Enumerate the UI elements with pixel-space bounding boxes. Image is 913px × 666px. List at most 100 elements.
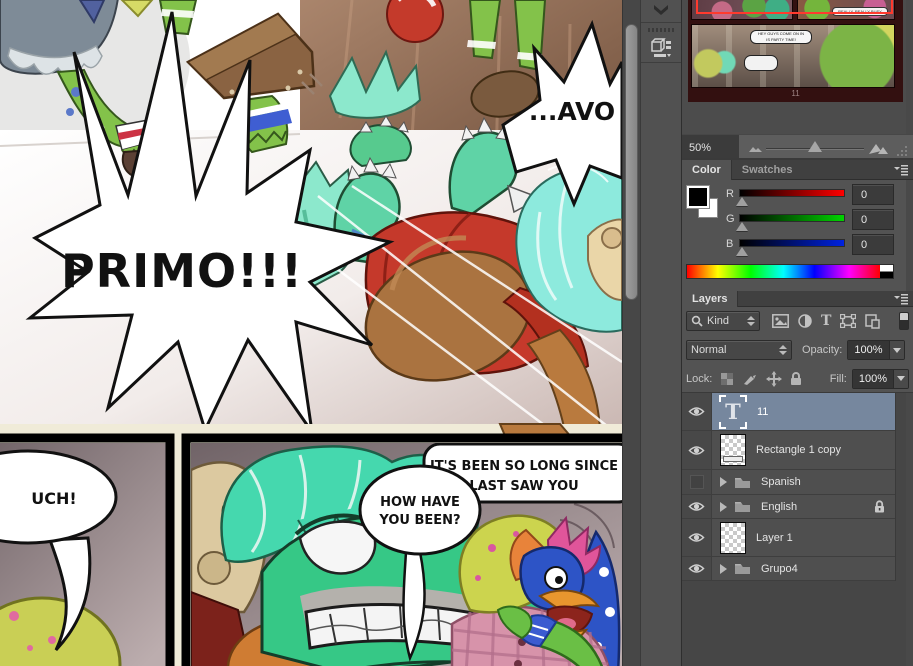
layer-row-spanish[interactable]: Spanish: [682, 470, 895, 495]
navigator-panel: REALLY, REALLY BUSY HEY GUYS COME ON IN …: [682, 0, 913, 161]
visibility-toggle[interactable]: [682, 495, 712, 518]
long-text-line1: IT'S BEEN SO LONG SINCE: [430, 459, 618, 474]
folder-icon: [735, 502, 750, 512]
panel-resize-grip-icon[interactable]: [896, 145, 908, 157]
how-text-line1: HOW HAVE: [380, 495, 460, 510]
visibility-toggle[interactable]: [682, 393, 712, 430]
group-expand-icon[interactable]: [720, 477, 727, 487]
folder-icon: [735, 564, 750, 574]
black-white-shortcut[interactable]: [880, 265, 893, 278]
group-expand-icon[interactable]: [720, 563, 727, 574]
layer-list: T 11 Rectangle 1 copy Spanish English La…: [682, 393, 896, 581]
visibility-toggle[interactable]: [682, 557, 712, 580]
layer-thumbnail[interactable]: [720, 434, 746, 466]
b-value-field[interactable]: 0: [852, 234, 894, 255]
opacity-dropdown[interactable]: 100%: [847, 340, 905, 360]
filter-kind-dropdown[interactable]: Kind: [686, 311, 760, 331]
layer-thumbnail[interactable]: [720, 521, 746, 554]
zoom-in-icon[interactable]: [868, 141, 890, 155]
r-label: R: [726, 188, 734, 200]
layers-panel-menu-button[interactable]: [889, 291, 913, 307]
ouch-text: UCH!: [31, 489, 76, 508]
visibility-toggle[interactable]: [682, 470, 712, 494]
bottom-left-panel: UCH!: [0, 443, 166, 666]
navigator-thumbnail[interactable]: REALLY, REALLY BUSY HEY GUYS COME ON IN …: [688, 0, 903, 102]
filter-toggle-icon[interactable]: [899, 312, 909, 330]
primo-text: PRIMO!!!: [61, 244, 303, 298]
group-expand-icon[interactable]: [720, 501, 727, 512]
lock-transparency-icon[interactable]: [720, 372, 734, 386]
lock-position-icon[interactable]: [766, 370, 783, 387]
g-value-field[interactable]: 0: [852, 209, 894, 230]
r-slider-track[interactable]: [739, 189, 845, 197]
color-panel: Color Swatches R 0 G 0 B 0: [682, 160, 913, 291]
r-slider-thumb[interactable]: [736, 197, 748, 206]
layer-row-layer-1[interactable]: Layer 1: [682, 519, 895, 557]
b-slider-thumb[interactable]: [736, 247, 748, 256]
type-layer-filter-icon[interactable]: T: [821, 313, 831, 329]
layer-row-english[interactable]: English: [682, 495, 895, 519]
channel-row-g: G 0: [726, 209, 906, 232]
thumbnail-page-number: 11: [791, 89, 800, 98]
foreground-color-swatch[interactable]: [686, 185, 710, 209]
tab-color[interactable]: Color: [682, 160, 732, 180]
layers-panel: Layers Kind T Normal Opacity: 100% Lock:…: [682, 291, 913, 666]
lock-paint-icon[interactable]: [742, 372, 758, 386]
navigator-thumbnail-panel-3: HEY GUYS COME ON IN IS PARTY TIME!: [691, 24, 895, 88]
document-canvas[interactable]: PRIMO!!! ...AVO UCH! IT'S BEEN SO LONG S…: [0, 0, 622, 666]
g-slider-thumb[interactable]: [736, 222, 748, 231]
lock-row: Lock: Fill: 100%: [682, 365, 913, 393]
collapse-dock-button[interactable]: [641, 0, 681, 23]
navigator-view-proxy[interactable]: [696, 0, 893, 14]
g-slider-track[interactable]: [739, 214, 845, 222]
zoom-out-icon[interactable]: [747, 142, 765, 154]
channel-row-b: B 0: [726, 234, 906, 257]
layer-name: 11: [757, 405, 769, 418]
smart-object-filter-icon[interactable]: [865, 313, 881, 329]
fill-dropdown[interactable]: 100%: [851, 368, 909, 389]
layer-row-grupo4[interactable]: Grupo4: [682, 557, 895, 581]
navigator-zoom-bar: 50%: [682, 134, 913, 161]
thumbnail-bubble-main: HEY GUYS COME ON IN IS PARTY TIME!: [750, 30, 812, 44]
folder-icon: [735, 477, 750, 488]
eye-icon: [688, 407, 705, 416]
canvas-vertical-scrollbar[interactable]: [622, 0, 640, 666]
3d-panel-button[interactable]: [641, 23, 681, 63]
channel-row-r: R 0: [726, 184, 906, 207]
tab-swatches[interactable]: Swatches: [732, 160, 803, 180]
layer-name: Spanish: [761, 476, 801, 488]
blend-mode-value: Normal: [691, 344, 727, 356]
layer-row-rectangle-1-copy[interactable]: Rectangle 1 copy: [682, 431, 895, 470]
text-layer-thumbnail[interactable]: T: [719, 394, 747, 429]
blend-mode-row: Normal Opacity: 100%: [682, 335, 913, 365]
layer-name: English: [761, 500, 798, 513]
pixel-layer-filter-icon[interactable]: [772, 314, 789, 328]
layer-row-11[interactable]: T 11: [682, 393, 895, 431]
visibility-toggle[interactable]: [682, 519, 712, 556]
filter-kind-label: Kind: [707, 315, 730, 327]
navigator-zoom-value[interactable]: 50%: [682, 134, 739, 161]
fill-label: Fill:: [829, 372, 847, 385]
adjustment-layer-filter-icon[interactable]: [798, 314, 812, 328]
zoom-slider-thumb[interactable]: [808, 141, 822, 152]
layer-name: Grupo4: [761, 562, 798, 575]
lock-all-icon[interactable]: [790, 371, 802, 386]
long-text-line2: LAST SAW YOU: [469, 479, 578, 494]
3d-panel-icon: [651, 38, 671, 57]
visibility-toggle[interactable]: [682, 431, 712, 469]
eye-icon: [688, 564, 705, 573]
shape-layer-filter-icon[interactable]: [840, 314, 857, 328]
color-spectrum-ramp[interactable]: [686, 264, 894, 279]
color-panel-menu-button[interactable]: [889, 160, 913, 180]
eye-icon: [688, 445, 705, 455]
thumbnail-bubble-small: [744, 55, 778, 71]
opacity-value: 100%: [848, 341, 889, 359]
blend-mode-dropdown[interactable]: Normal: [686, 340, 792, 360]
g-label: G: [726, 213, 735, 225]
tab-layers[interactable]: Layers: [682, 291, 739, 307]
scrollbar-thumb[interactable]: [625, 24, 638, 300]
b-slider-track[interactable]: [739, 239, 845, 247]
collapsed-panel-dock: [640, 0, 682, 666]
r-value-field[interactable]: 0: [852, 184, 894, 205]
panel-menu-icon: [894, 294, 908, 305]
